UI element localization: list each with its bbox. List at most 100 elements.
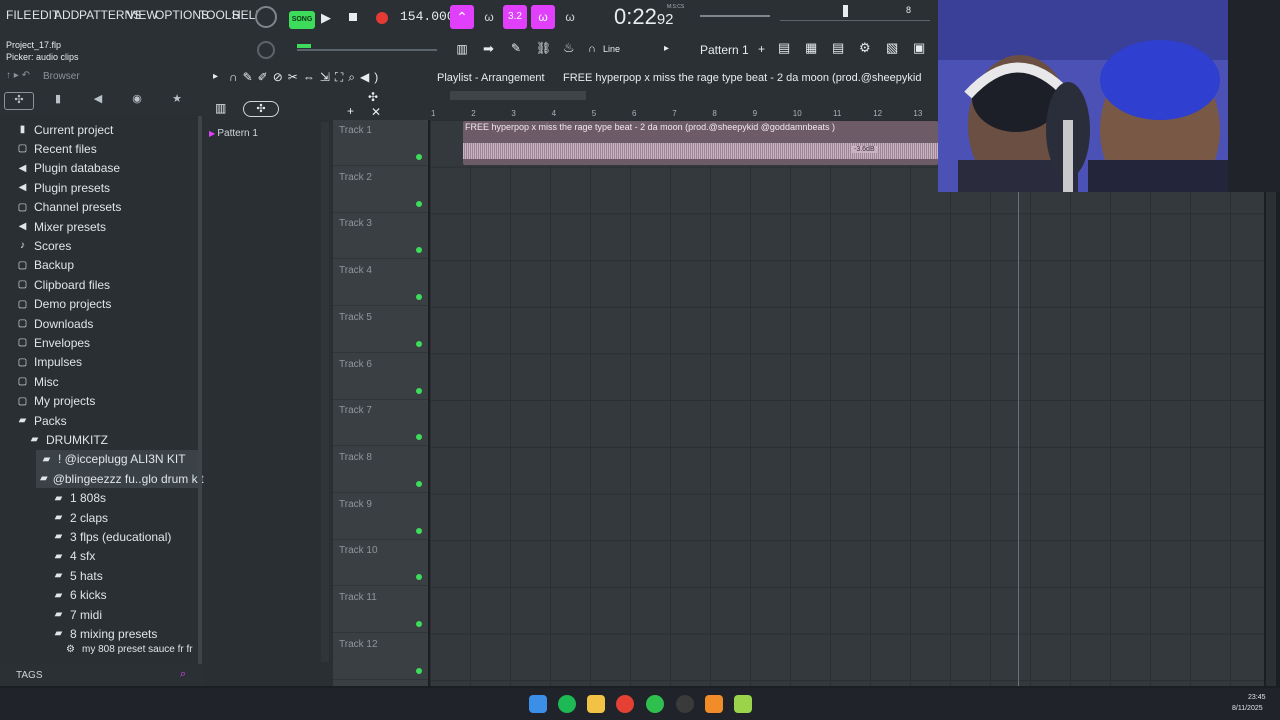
browser-item[interactable]: ▢ Backup bbox=[12, 256, 198, 275]
link-icon[interactable]: ⛓ bbox=[536, 41, 551, 55]
browser-item[interactable]: ▰ 4 sfx bbox=[48, 547, 198, 566]
chrome-icon[interactable] bbox=[616, 695, 634, 713]
playlist-tools-icons[interactable]: ∩✎✐⊘✂⇔⇲⛶⌕◀) bbox=[229, 70, 383, 85]
track-mute-led[interactable] bbox=[416, 387, 422, 394]
track-mute-led[interactable] bbox=[416, 480, 422, 487]
project-tree-icon[interactable]: ▧ bbox=[886, 40, 904, 60]
master-pitch-handle[interactable] bbox=[297, 44, 311, 48]
browser-item[interactable]: ▰ 2 claps bbox=[48, 508, 198, 527]
file-explorer-icon[interactable] bbox=[587, 695, 605, 713]
track-header[interactable]: Track 8 bbox=[333, 447, 428, 493]
browser-item[interactable]: ◀ Plugin database bbox=[12, 159, 198, 178]
browser-item[interactable]: ▢ Demo projects bbox=[12, 295, 198, 314]
channel-rack-icon[interactable]: ▦ bbox=[805, 40, 823, 60]
track-mute-led[interactable] bbox=[416, 621, 422, 627]
menu-add[interactable]: ADD bbox=[54, 8, 79, 22]
track-header[interactable]: Track 5 bbox=[333, 307, 428, 353]
live-app-icon[interactable] bbox=[734, 695, 752, 713]
browser-item[interactable]: ▰ 7 midi bbox=[48, 605, 198, 624]
loop-record-button[interactable]: ω bbox=[531, 5, 555, 29]
all-tab-icon[interactable]: ✣ bbox=[4, 92, 34, 110]
menu-file[interactable]: FILE bbox=[6, 8, 31, 22]
track-mute-led[interactable] bbox=[416, 527, 422, 534]
master-volume-knob[interactable] bbox=[255, 6, 277, 28]
move-tool-icon[interactable]: ✣ bbox=[243, 101, 279, 117]
track-mute-led[interactable] bbox=[416, 294, 422, 301]
browser-item[interactable]: ▰ 5 hats bbox=[48, 566, 198, 585]
browser-item[interactable]: ▢ Clipboard files bbox=[12, 275, 198, 294]
track-header[interactable]: Track 1 bbox=[333, 120, 428, 166]
browser-item[interactable]: ▮ Current project bbox=[12, 120, 198, 139]
track-mute-led[interactable] bbox=[416, 340, 422, 347]
browser-item[interactable]: ▰ DRUMKITZ bbox=[24, 430, 198, 449]
track-header[interactable]: Track 3 bbox=[333, 213, 428, 260]
track-mute-led[interactable] bbox=[416, 247, 422, 254]
browser-item[interactable]: ▰ 3 flps (educational) bbox=[48, 527, 198, 546]
browser-item[interactable]: ⚙ my 808 preset sauce fr fr bbox=[60, 644, 198, 656]
blend-notes-button[interactable]: ω bbox=[559, 5, 581, 29]
piano-roll-icon[interactable]: ▥ bbox=[453, 42, 471, 58]
browser-item[interactable]: ▢ Misc bbox=[12, 372, 198, 391]
playlist-grid[interactable] bbox=[430, 120, 1264, 686]
arrow-icon[interactable]: ➡ bbox=[483, 41, 494, 57]
whatsapp-icon[interactable] bbox=[646, 695, 664, 713]
plugins-tab-icon[interactable]: ◀ bbox=[83, 92, 113, 110]
browser-item[interactable]: ▰ ! @icceplugg ALI3N KIT bbox=[36, 449, 198, 469]
track-header[interactable]: Track 4 bbox=[333, 260, 428, 307]
close-icon[interactable]: ✕ bbox=[371, 105, 381, 119]
pattern-1-item[interactable]: ▶ Pattern 1 bbox=[205, 128, 320, 142]
track-mute-led[interactable] bbox=[416, 154, 422, 160]
record-button[interactable] bbox=[376, 12, 388, 24]
track-header[interactable]: Track 2 bbox=[333, 167, 428, 213]
spotify-icon[interactable] bbox=[558, 695, 576, 713]
browser-item[interactable]: ▢ Recent files bbox=[12, 139, 198, 158]
tempo-display[interactable]: 154.000 bbox=[400, 9, 455, 24]
browser-item[interactable]: ▰ Packs bbox=[12, 411, 198, 430]
snap-select[interactable]: Line bbox=[603, 44, 653, 54]
fl-studio-icon[interactable] bbox=[705, 695, 723, 713]
mixer-pan-knob[interactable] bbox=[257, 41, 275, 59]
piano-roll-snap-icon[interactable]: ▥ bbox=[215, 101, 226, 115]
windows-start-icon[interactable] bbox=[529, 695, 547, 713]
song-mode-button[interactable]: SONG bbox=[289, 11, 315, 29]
browser-item[interactable]: ▰ @blingeezzz fu..glo drum kit 2 bbox=[36, 469, 214, 489]
playlist-scrollbar[interactable] bbox=[1266, 120, 1276, 686]
pattern-selector[interactable]: Pattern 1 bbox=[700, 43, 749, 57]
time-display[interactable]: 0:2292 bbox=[614, 4, 674, 30]
browser-scrollbar[interactable] bbox=[198, 116, 202, 676]
master-pitch-slider[interactable] bbox=[297, 49, 437, 51]
track-mute-led[interactable] bbox=[416, 574, 422, 581]
track-mute-led[interactable] bbox=[416, 200, 422, 207]
browser-item[interactable]: ▢ Envelopes bbox=[12, 333, 198, 352]
browser-arrow-icon[interactable]: ↑ ▸ ↶ bbox=[6, 70, 30, 81]
zoom-icon[interactable]: ✣ bbox=[368, 90, 378, 104]
add-track-icon[interactable]: + bbox=[347, 104, 354, 118]
horizontal-scrollbar[interactable] bbox=[450, 91, 586, 100]
magnet-icon[interactable]: ∩ bbox=[588, 43, 596, 55]
pen-icon[interactable]: ✎ bbox=[511, 41, 521, 55]
browser-item[interactable]: ▰ 8 mixing presets bbox=[48, 624, 198, 643]
track-header[interactable]: Track 10 bbox=[333, 540, 428, 587]
browser-item[interactable]: ♪ Scores bbox=[12, 236, 198, 255]
pattern-prev-arrow[interactable]: ▸ bbox=[664, 43, 669, 54]
timeline-ruler[interactable]: 1 2 3 4 5 6 7 8 9 10 11 12 13 bbox=[430, 108, 938, 120]
metronome-button[interactable]: ⌃ bbox=[450, 5, 474, 29]
pattern-scrollbar[interactable] bbox=[321, 122, 329, 662]
obs-icon[interactable] bbox=[676, 695, 694, 713]
track-header[interactable]: Track 7 bbox=[333, 400, 428, 447]
wait-record-button[interactable]: ω bbox=[478, 5, 500, 29]
playlist-window-icon[interactable]: ▤ bbox=[778, 40, 796, 60]
track-header[interactable]: Track 6 bbox=[333, 354, 428, 400]
stamp-icon[interactable]: ♨ bbox=[563, 40, 575, 56]
notes-icon[interactable]: ▣ bbox=[913, 40, 931, 60]
track-header[interactable]: Track 11 bbox=[333, 587, 428, 633]
stop-button[interactable] bbox=[349, 13, 357, 21]
track-header[interactable]: Track 9 bbox=[333, 494, 428, 540]
browser-item[interactable]: ▢ Downloads bbox=[12, 314, 198, 333]
favorites-tab-icon[interactable]: ★ bbox=[162, 92, 192, 110]
plugin-picker-icon[interactable]: ⚙ bbox=[859, 40, 877, 60]
track-mute-led[interactable] bbox=[416, 667, 422, 674]
add-pattern-button[interactable]: + bbox=[758, 42, 765, 56]
track-header[interactable]: Track 12 bbox=[333, 634, 428, 680]
playlist-arrow-icon[interactable]: ▸ bbox=[213, 71, 218, 82]
